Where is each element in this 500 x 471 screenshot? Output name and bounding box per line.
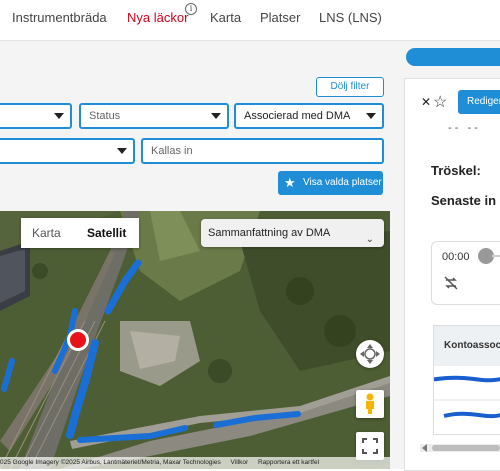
value-placeholder: - - - - — [448, 122, 478, 134]
pipe-line — [213, 411, 301, 428]
nav-lns[interactable]: LNS (LNS) — [319, 10, 382, 25]
repeat-off-icon[interactable] — [443, 275, 459, 291]
caret-down-icon — [117, 148, 127, 154]
street-view-control[interactable] — [356, 390, 384, 418]
panel-top-bar[interactable] — [406, 48, 500, 66]
caret-down-icon — [54, 113, 64, 119]
status-placeholder: Status — [89, 110, 121, 122]
pipe-line — [66, 339, 99, 439]
move-icon — [360, 344, 380, 364]
called-placeholder: Kallas in — [151, 145, 193, 157]
caret-down-icon — [366, 113, 376, 119]
star-outline-icon[interactable]: ☆ — [433, 92, 447, 112]
redacted-cell — [443, 411, 500, 419]
dma-summary-label: Sammanfattning av DMA — [208, 227, 331, 239]
pipe-layer — [1, 259, 301, 443]
pegman-icon — [366, 393, 374, 414]
horizontal-scrollbar[interactable] — [420, 444, 500, 452]
table-rows — [434, 375, 500, 419]
audio-player: 00:00 — [431, 241, 500, 305]
terms-link[interactable]: Villkor — [231, 459, 249, 466]
filter-select-2[interactable] — [0, 138, 135, 164]
called-input[interactable]: Kallas in — [141, 138, 384, 164]
hide-filter-button[interactable]: Dölj filter — [316, 77, 384, 97]
dma-select-value: Associerad med DMA — [244, 110, 351, 122]
account-table: Kontoassociering — [433, 325, 500, 435]
dma-select[interactable]: Associerad med DMA — [234, 103, 384, 129]
map-type-karta[interactable]: Karta — [32, 218, 61, 248]
time-label: 00:00 — [442, 251, 470, 263]
edit-button[interactable]: Redigera — [458, 90, 500, 114]
threshold-label: Tröskel: — [431, 163, 481, 178]
column-header: Kontoassociering — [434, 326, 500, 366]
scroll-left-icon[interactable] — [422, 444, 427, 452]
satellite-map[interactable] — [0, 211, 390, 469]
imagery-credit: 025 Google Imagery ©2025 Airbus, Lantmät… — [0, 459, 221, 466]
nav-dashboard[interactable]: Instrumentbräda — [12, 10, 107, 25]
latest-label: Senaste in — [431, 193, 497, 208]
info-icon[interactable]: i — [185, 3, 197, 15]
nav-places[interactable]: Platser — [260, 10, 300, 25]
report-error-link[interactable]: Rapportera ett kartfel — [258, 459, 319, 466]
scroll-thumb[interactable] — [432, 445, 500, 451]
fullscreen-icon — [362, 438, 378, 454]
map-type-toggle: Karta Satellit — [21, 218, 139, 248]
nav-map[interactable]: Karta — [210, 10, 241, 25]
caret-down-icon — [211, 113, 221, 119]
pan-control[interactable] — [356, 340, 384, 368]
fullscreen-control[interactable] — [356, 432, 384, 460]
top-nav: Instrumentbräda Nya läckor i Karta Plats… — [0, 0, 500, 41]
pipe-line — [1, 358, 15, 392]
filter-select-1[interactable] — [0, 103, 72, 129]
show-selected-button[interactable]: ★ Visa valda platser — [278, 171, 383, 195]
nav-new-leaks[interactable]: Nya läckor — [127, 10, 188, 25]
pipe-line — [104, 259, 142, 315]
dma-summary-dropdown[interactable]: Sammanfattning av DMA ⌄ — [201, 219, 384, 247]
pipe-line — [77, 425, 188, 443]
star-icon: ★ — [284, 175, 296, 190]
chevron-down-icon: ⌄ — [365, 234, 374, 245]
show-selected-label: Visa valda platser — [303, 177, 382, 188]
map-attribution: 025 Google Imagery ©2025 Airbus, Lantmät… — [0, 457, 390, 469]
playback-track[interactable] — [492, 255, 500, 257]
leak-marker[interactable] — [67, 329, 89, 351]
close-icon[interactable]: ✕ — [421, 95, 431, 109]
map-type-satellit[interactable]: Satellit — [87, 218, 126, 248]
redacted-cell — [434, 375, 500, 383]
status-select[interactable]: Status — [79, 103, 229, 129]
